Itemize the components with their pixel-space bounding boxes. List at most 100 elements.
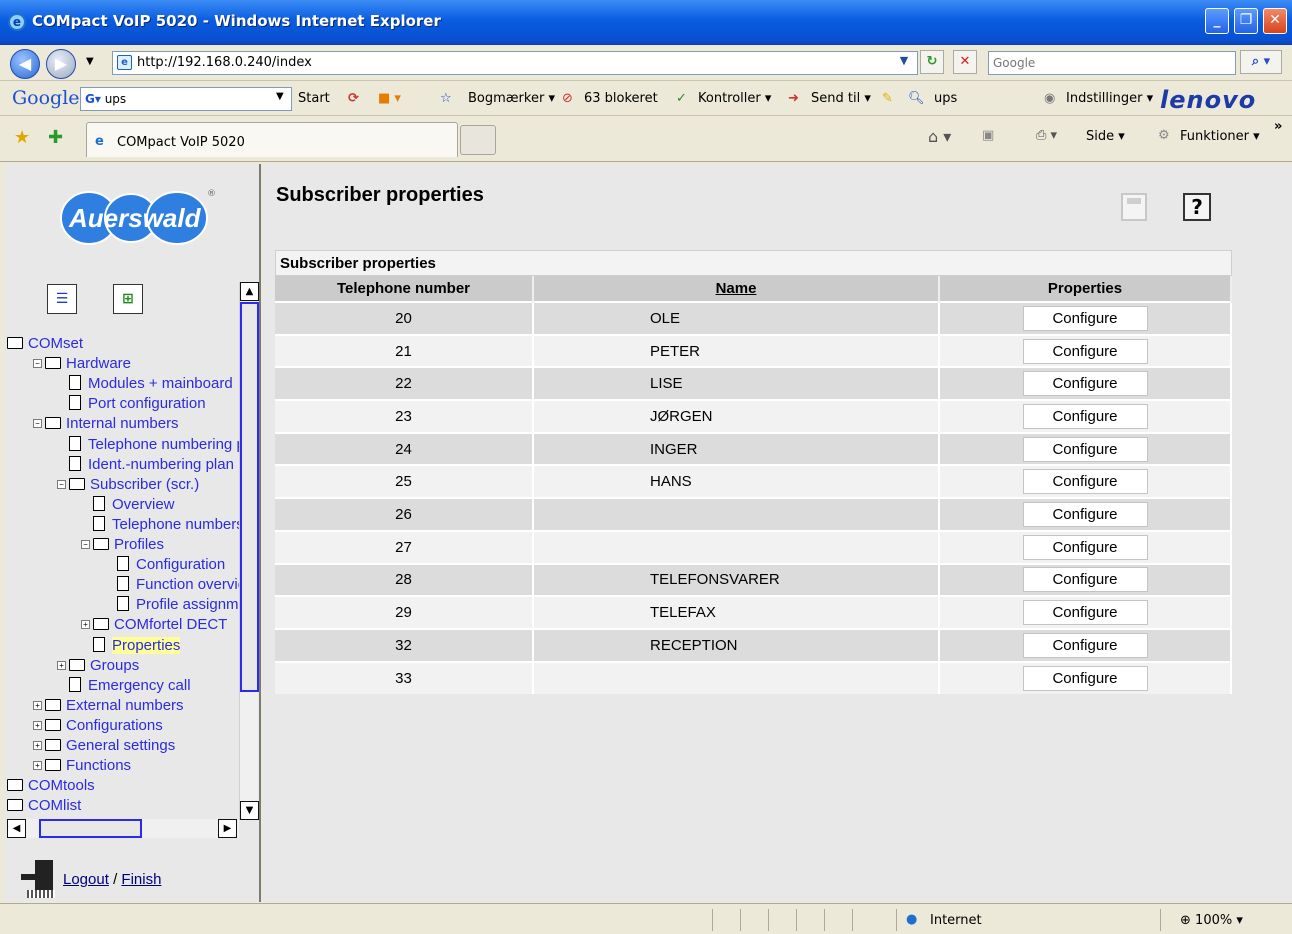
- configure-button[interactable]: Configure: [1022, 600, 1148, 626]
- start-button[interactable]: Start: [298, 91, 330, 106]
- tree-item[interactable]: Profile assignme: [117, 596, 247, 614]
- ups-link[interactable]: ups: [934, 91, 957, 106]
- configure-button[interactable]: Configure: [1022, 665, 1148, 691]
- collapse-icon[interactable]: −: [33, 359, 42, 369]
- tree-item[interactable]: − Profiles: [81, 536, 164, 554]
- expand-icon[interactable]: +: [33, 720, 42, 730]
- scroll-right-icon[interactable]: ▶: [218, 819, 237, 838]
- tab-compact-voip[interactable]: e COMpact VoIP 5020: [86, 122, 458, 157]
- h-scroll-thumb[interactable]: [39, 819, 142, 838]
- tree-item[interactable]: Ident.-numbering plan: [69, 455, 234, 474]
- expand-icon[interactable]: +: [33, 741, 42, 750]
- expand-icon[interactable]: +: [57, 660, 66, 670]
- send-to-menu[interactable]: Send til ▾: [811, 91, 871, 106]
- configure-button[interactable]: Configure: [1022, 305, 1148, 331]
- zoom-level[interactable]: ⊕ 100% ▾: [1180, 913, 1243, 928]
- tree-item[interactable]: Configuration: [117, 556, 225, 574]
- google-dropdown-icon[interactable]: ▼: [276, 91, 284, 102]
- chevron-right-icon[interactable]: »: [1274, 119, 1282, 134]
- popup-icon[interactable]: ■ ▾: [378, 91, 401, 106]
- tree-item[interactable]: + General settings: [33, 737, 175, 755]
- tree-item[interactable]: + Groups: [57, 657, 139, 675]
- refresh-icon[interactable]: ↻: [920, 50, 944, 74]
- tree-item[interactable]: Emergency call: [69, 676, 191, 695]
- expand-icon[interactable]: +: [33, 761, 42, 771]
- url-input[interactable]: e http://192.168.0.240/index: [112, 51, 918, 75]
- tree-item[interactable]: + Configurations: [33, 717, 163, 735]
- favorites-star-icon[interactable]: ★: [14, 127, 30, 148]
- maximize-button[interactable]: ❐: [1234, 8, 1258, 34]
- collapse-icon[interactable]: −: [57, 479, 66, 489]
- finish-link[interactable]: Finish: [121, 871, 161, 888]
- configure-button[interactable]: Configure: [1022, 501, 1148, 527]
- tools-menu[interactable]: Funktioner ▾: [1180, 129, 1260, 144]
- tree-view-icon[interactable]: ⊞: [113, 284, 143, 314]
- settings-menu[interactable]: Indstillinger ▾: [1066, 91, 1153, 106]
- search-go-icon[interactable]: ⌕ ▾: [1240, 50, 1282, 74]
- new-tab-button[interactable]: [460, 125, 496, 155]
- list-view-icon[interactable]: ☰: [47, 284, 77, 314]
- spiral-icon[interactable]: ⟳: [348, 91, 359, 106]
- highlight-icon[interactable]: ✎: [882, 91, 893, 106]
- tree-item[interactable]: + COMfortel DECT: [81, 616, 227, 634]
- tree-item[interactable]: + External numbers: [33, 697, 184, 715]
- configure-button[interactable]: Configure: [1022, 371, 1148, 397]
- configure-button[interactable]: Configure: [1022, 567, 1148, 593]
- configure-button[interactable]: Configure: [1022, 534, 1148, 560]
- tree-item[interactable]: Overview: [93, 495, 175, 514]
- tree-item[interactable]: Function overvie: [117, 576, 246, 594]
- scroll-thumb[interactable]: [240, 302, 259, 692]
- home-icon[interactable]: ⌂ ▾: [928, 127, 951, 146]
- column-name[interactable]: Name: [533, 276, 940, 302]
- configure-button[interactable]: Configure: [1022, 403, 1148, 429]
- tree-item[interactable]: + Functions: [33, 757, 131, 775]
- history-dropdown-icon[interactable]: ▼: [86, 56, 94, 67]
- tree-item[interactable]: COMlist: [7, 797, 81, 815]
- tree-vertical-scrollbar[interactable]: ▲ ▼: [239, 282, 259, 820]
- feeds-icon[interactable]: ▣: [982, 128, 994, 143]
- stop-icon[interactable]: ✕: [953, 50, 977, 74]
- tree-item[interactable]: − Subscriber (scr.): [57, 476, 199, 494]
- address-dropdown-icon[interactable]: ▼: [892, 50, 916, 74]
- bookmarks-menu[interactable]: Bogmærker ▾: [468, 91, 555, 106]
- minimize-button[interactable]: _: [1205, 8, 1229, 34]
- logout-door-icon[interactable]: [21, 860, 59, 900]
- navigation-frame: Auerswald ® ☰ ⊞ COMset − Hardware Modules +…: [5, 164, 261, 902]
- configure-button[interactable]: Configure: [1022, 338, 1148, 364]
- scroll-left-icon[interactable]: ◀: [7, 819, 26, 838]
- scroll-down-icon[interactable]: ▼: [240, 801, 259, 820]
- save-icon[interactable]: [1121, 193, 1147, 221]
- properties-cell: Configure: [939, 366, 1232, 401]
- tree-item[interactable]: Properties: [93, 636, 181, 655]
- expand-icon[interactable]: +: [81, 620, 90, 630]
- configure-button[interactable]: Configure: [1022, 469, 1148, 495]
- add-favorite-icon[interactable]: ✚: [48, 127, 63, 148]
- collapse-icon[interactable]: −: [33, 419, 42, 429]
- tree-item[interactable]: Port configuration: [69, 395, 206, 413]
- help-icon[interactable]: ?: [1183, 193, 1211, 221]
- close-button[interactable]: ✕: [1263, 8, 1287, 34]
- expand-icon[interactable]: +: [33, 700, 42, 710]
- google-search-field[interactable]: G▾ ups: [80, 87, 292, 111]
- blocked-count[interactable]: 63 blokeret: [584, 91, 658, 106]
- tree-horizontal-scrollbar[interactable]: ◀ ▶: [7, 819, 239, 838]
- check-menu[interactable]: Kontroller ▾: [698, 91, 771, 106]
- search-input[interactable]: Google: [988, 51, 1236, 75]
- forward-button[interactable]: ▶: [46, 49, 76, 79]
- back-button[interactable]: ◀: [10, 49, 40, 79]
- properties-cell: Configure: [939, 627, 1232, 662]
- tree-item[interactable]: COMset: [7, 335, 83, 353]
- configure-button[interactable]: Configure: [1022, 436, 1148, 462]
- logout-link[interactable]: Logout: [63, 871, 109, 888]
- configure-button[interactable]: Configure: [1022, 632, 1148, 658]
- tree-item[interactable]: Telephone numbering p: [69, 435, 245, 454]
- tree-item[interactable]: Telephone numbers: [93, 515, 244, 534]
- tree-item[interactable]: COMtools: [7, 777, 95, 795]
- print-icon[interactable]: ⎙ ▾: [1036, 128, 1057, 143]
- collapse-icon[interactable]: −: [81, 540, 90, 549]
- tree-item[interactable]: Modules + mainboard: [69, 375, 233, 393]
- tree-item[interactable]: − Hardware: [33, 355, 131, 373]
- page-menu[interactable]: Side ▾: [1086, 129, 1125, 144]
- tree-item[interactable]: − Internal numbers: [33, 415, 179, 433]
- scroll-up-icon[interactable]: ▲: [240, 282, 259, 301]
